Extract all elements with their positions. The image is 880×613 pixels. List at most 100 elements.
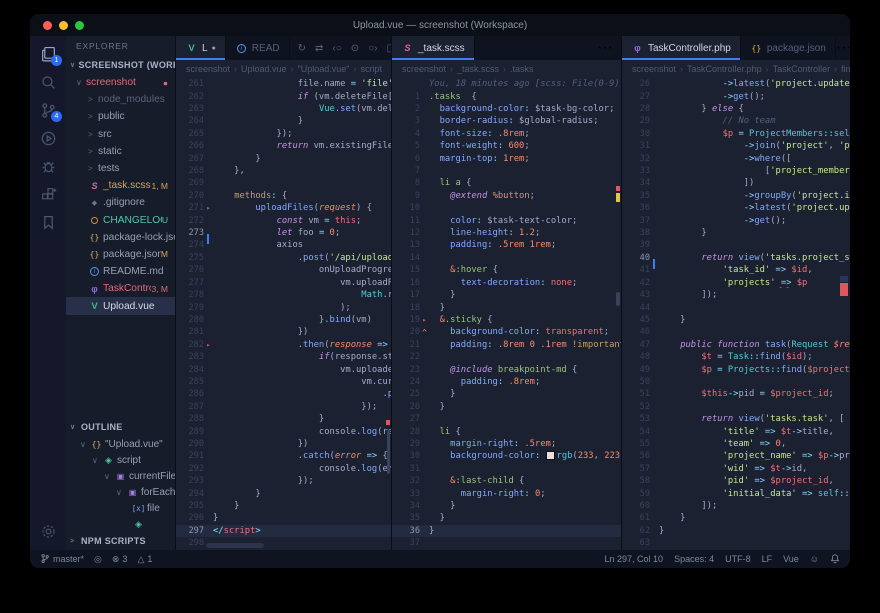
code-line[interactable]: 26 } [392,401,621,413]
line-number[interactable]: 266 [176,141,204,151]
line-number[interactable]: 1 [392,92,420,102]
code-line[interactable]: 28 li { [392,425,621,437]
color-swatch[interactable] [545,451,555,461]
code-line[interactable]: 30 $p = ProjectMembers::select(' [622,128,850,140]
code-line[interactable]: 17 } [392,289,621,301]
code-line[interactable]: 295 } [176,500,391,512]
line-number[interactable]: 28 [392,427,420,437]
tree-item[interactable]: > static [66,143,175,160]
code-line[interactable]: 277 vm.uploadPercen [176,277,391,289]
code-line[interactable]: 8 li a { [392,177,621,189]
code-line[interactable]: You, 18 minutes ago [scss: File(0-9), Li… [392,78,621,90]
code-line[interactable]: 290 }) [176,438,391,450]
line-number[interactable]: 269 [176,178,204,188]
code-line[interactable]: 1 .tasks { [392,90,621,102]
code-line[interactable]: 31 ->join('project', 'projec [622,140,850,152]
code-line[interactable]: 40 return view('tasks.project_select [622,252,850,269]
code-line[interactable]: 58 'pid' => $project_id, [622,475,850,487]
breadcrumb-item[interactable]: find [841,64,850,74]
source-control-icon[interactable]: 4 [38,101,62,122]
nav-fwd-icon[interactable]: ○› [368,43,377,54]
line-number[interactable]: 47 [622,340,650,350]
line-number[interactable]: 28 [622,104,650,114]
code-line[interactable]: 23 @include breakpoint-md { [392,363,621,375]
line-number[interactable]: 10 [392,203,420,213]
status-item-lf[interactable]: LF [762,553,773,566]
line-number[interactable]: 284 [176,365,204,375]
status-item-spaces-4[interactable]: Spaces: 4 [674,553,714,566]
status-item-vue[interactable]: Vue [783,553,799,566]
line-number[interactable]: 62 [622,526,650,536]
line-number[interactable]: 22 [392,352,420,362]
line-number[interactable]: 35 [392,513,420,523]
code-line[interactable]: 273 let foo = 0; [176,227,391,245]
line-number[interactable]: 54 [622,427,650,437]
code-line[interactable]: 280 }.bind(vm) [176,314,391,326]
code-line[interactable]: 275 .post('/api/upload', re [176,252,391,264]
line-number[interactable]: 48 [622,352,650,362]
line-number[interactable]: 282 [176,340,204,350]
line-number[interactable]: 49 [622,365,650,375]
code-line[interactable]: 27 ->get(); [622,90,850,102]
code-line[interactable]: 265 }); [176,128,391,140]
code-line[interactable]: 49 $p = Projects::find($project_id); [622,363,850,375]
code-line[interactable]: 262 if (vm.deleteFile[file. [176,90,391,102]
code-line[interactable]: 15 &:hover { [392,264,621,276]
code-line[interactable]: 20 ^ background-color: transparent; [392,326,621,338]
code-line[interactable]: 50 [622,376,850,388]
line-number[interactable]: 26 [622,79,650,89]
explorer-icon[interactable]: 1 [38,45,62,66]
code-line[interactable]: 292 console.log(error.r [176,463,391,475]
line-number[interactable]: 36 [392,526,420,536]
horizontal-scrollbar-thumb[interactable] [206,543,264,548]
line-number[interactable]: 277 [176,278,204,288]
tree-item[interactable]: i README.md [66,263,175,280]
tab-read[interactable]: i READ [226,36,290,60]
tree-item[interactable]: [x] file [66,500,175,516]
code-line[interactable]: 55 'team' => 0, [622,438,850,450]
code-line[interactable]: 16 text-decoration: none; [392,277,621,289]
line-number[interactable]: 46 [622,327,650,337]
line-number[interactable]: 26 [392,402,420,412]
code-line[interactable]: 284 vm.uploadedFile [176,363,391,375]
line-number[interactable]: 43 [622,290,650,300]
code-line[interactable]: 268 }, [176,165,391,177]
line-number[interactable]: 267 [176,154,204,164]
code-line[interactable]: 32 ->where([ [622,152,850,164]
tree-item[interactable]: ∨ screenshot ● [66,74,175,91]
code-line[interactable]: 35 ->groupBy('project.id') [622,190,850,202]
tree-item[interactable]: S _task.scss 1, M [66,177,175,194]
scrollbar-thumb[interactable] [387,430,390,474]
code-line[interactable]: 53 return view('tasks.task', [ [622,413,850,425]
line-number[interactable]: 271 [176,203,204,213]
line-number[interactable]: 283 [176,352,204,362]
code-line[interactable]: 7 [392,165,621,177]
code-line[interactable]: 63 [622,537,850,549]
tree-item[interactable]: {} package.json M [66,246,175,263]
line-number[interactable]: 57 [622,464,650,474]
status-item-utf-8[interactable]: UTF-8 [725,553,751,566]
line-number[interactable]: 263 [176,104,204,114]
code-line[interactable]: 61 } [622,512,850,524]
npm-scripts-section-header[interactable]: > NPM SCRIPTS [66,532,175,550]
code-line[interactable]: 296} [176,512,391,524]
line-number[interactable]: 24 [392,377,420,387]
tree-item[interactable]: > public [66,108,175,125]
tree-item[interactable]: ∨ ▣ forEach() call... [66,484,175,500]
line-number[interactable]: 29 [392,439,420,449]
code-line[interactable]: 59 'initial_data' => self::show( [622,487,850,499]
line-number[interactable]: 13 [392,240,420,250]
line-number[interactable]: 268 [176,166,204,176]
line-number[interactable]: 55 [622,439,650,449]
code-line[interactable]: 35 } [392,512,621,524]
code-line[interactable]: 37 ->get(); [622,214,850,226]
line-number[interactable]: 289 [176,427,204,437]
code-line[interactable]: 266 return vm.existingFiles; [176,140,391,152]
search-icon[interactable] [38,73,58,91]
code-line[interactable]: 51 $this->pid = $project_id; [622,388,850,400]
line-number[interactable]: 33 [392,489,420,499]
line-number[interactable]: 2 [392,104,420,114]
code-line[interactable]: 52 [622,401,850,413]
code-line[interactable]: 21 padding: .8rem 0 .1rem !important; [392,339,621,351]
line-number[interactable]: 7 [392,166,420,176]
